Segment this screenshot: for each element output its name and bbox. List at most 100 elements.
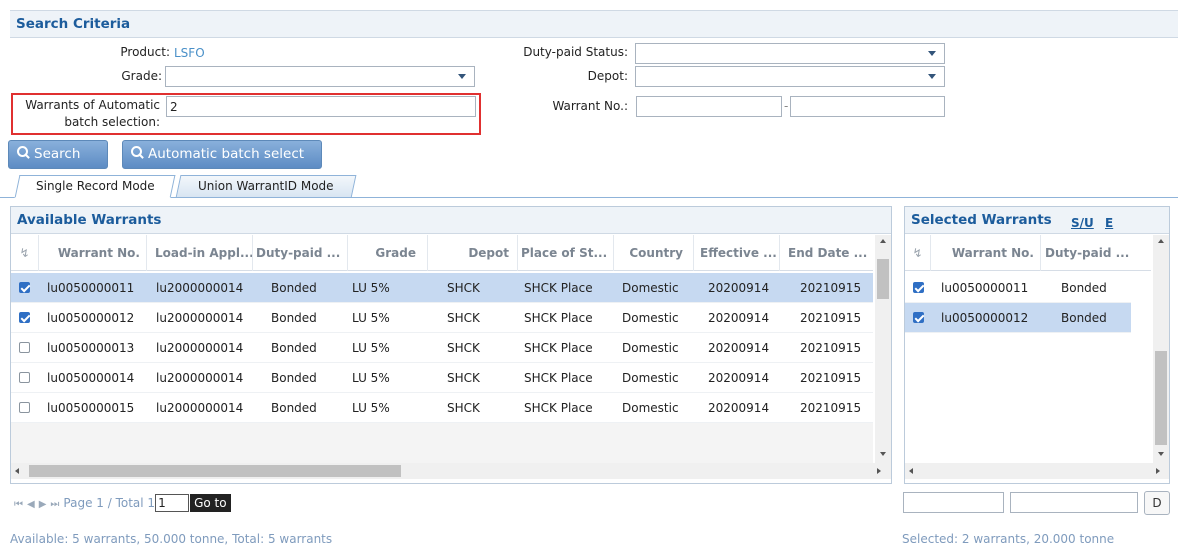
row-checkbox[interactable]	[19, 372, 30, 383]
duty-status-select[interactable]	[635, 43, 945, 64]
goto-button[interactable]: Go to	[190, 494, 231, 512]
cell-place-of-storage: SHCK Place	[524, 341, 593, 355]
scroll-down-icon[interactable]	[880, 452, 886, 456]
col-warrant-no[interactable]: Warrant No.	[39, 235, 147, 271]
depot-select[interactable]	[635, 66, 945, 87]
table-row[interactable]: lu0050000013 lu2000000014 Bonded LU 5% SHCK S…	[11, 333, 873, 363]
row-checkbox[interactable]	[19, 282, 30, 293]
scroll-thumb[interactable]	[1155, 351, 1167, 445]
scroll-up-icon[interactable]	[1158, 239, 1164, 243]
col-load-in-appl[interactable]: Load-in Appl...	[148, 235, 253, 271]
search-icon	[17, 146, 30, 159]
cell-depot: SHCK	[447, 281, 480, 295]
row-checkbox[interactable]	[913, 312, 924, 323]
selected-vertical-scrollbar[interactable]	[1153, 235, 1169, 463]
available-horizontal-scrollbar[interactable]	[11, 463, 891, 479]
product-label: Product:	[120, 45, 170, 59]
search-button[interactable]: Search	[8, 140, 108, 169]
selected-filter-input-a[interactable]	[903, 492, 1004, 513]
chevron-down-icon	[928, 74, 936, 79]
select-all-icon[interactable]: ↯	[11, 235, 39, 271]
automatic-batch-select-label: Automatic batch select	[148, 146, 305, 162]
cell-warrant-no: lu0050000012	[47, 311, 135, 325]
col-duty-paid[interactable]: Duty-paid ...	[253, 235, 348, 271]
warrant-no-label: Warrant No.:	[552, 99, 628, 113]
duty-status-label: Duty-paid Status:	[523, 45, 628, 59]
selected-filter-button[interactable]: D	[1144, 491, 1170, 515]
table-empty-area	[11, 423, 873, 463]
grade-select[interactable]	[165, 66, 475, 87]
selected-horizontal-scrollbar[interactable]	[905, 463, 1169, 479]
table-row[interactable]: lu0050000012 Bonded	[905, 303, 1131, 333]
cell-effective-date: 20200914	[708, 401, 770, 415]
search-criteria-title: Search Criteria	[10, 11, 1178, 38]
scroll-thumb[interactable]	[877, 259, 889, 299]
available-vertical-scrollbar[interactable]	[875, 235, 891, 463]
pager: ⏮ ◀ ▶ ⏭ Page 1 / Total 1 1 Go to	[14, 494, 231, 512]
search-button-label: Search	[34, 146, 81, 162]
cell-duty-paid: Bonded	[271, 311, 317, 325]
cell-end-date: 20210915	[800, 401, 862, 415]
tab-single-record-mode[interactable]: Single Record Mode	[14, 175, 176, 198]
cell-load-in-appl: lu2000000014	[156, 311, 244, 325]
col-duty-paid[interactable]: Duty-paid ...	[1041, 235, 1151, 271]
col-depot[interactable]: Depot	[428, 235, 518, 271]
select-all-icon[interactable]: ↯	[905, 235, 931, 271]
cell-effective-date: 20200914	[708, 311, 770, 325]
col-country[interactable]: Country	[614, 235, 694, 271]
col-end-date[interactable]: End Date ...	[780, 235, 873, 271]
selected-filter-input-b[interactable]	[1010, 492, 1138, 513]
last-page-icon[interactable]: ⏭	[50, 496, 59, 514]
table-row[interactable]: lu0050000014 lu2000000014 Bonded LU 5% SHCK S…	[11, 363, 873, 393]
cell-effective-date: 20200914	[708, 341, 770, 355]
cell-effective-date: 20200914	[708, 281, 770, 295]
col-effective-date[interactable]: Effective ...	[694, 235, 780, 271]
warrant-no-separator: -	[784, 99, 789, 113]
cell-warrant-no: lu0050000015	[47, 401, 135, 415]
scroll-left-icon[interactable]	[909, 468, 913, 474]
e-link[interactable]: E	[1105, 216, 1113, 230]
scroll-right-icon[interactable]	[1156, 468, 1160, 474]
table-row[interactable]: lu0050000012 lu2000000014 Bonded LU 5% SHCK S…	[11, 303, 873, 333]
selected-table-header: ↯ Warrant No. Duty-paid ...	[905, 235, 1151, 271]
row-checkbox[interactable]	[19, 342, 30, 353]
scroll-down-icon[interactable]	[1158, 452, 1164, 456]
scroll-right-icon[interactable]	[877, 468, 881, 474]
cell-warrant-no: lu0050000013	[47, 341, 135, 355]
tab-union-warrantid-mode[interactable]: Union WarrantID Mode	[175, 175, 357, 198]
col-warrant-no[interactable]: Warrant No.	[931, 235, 1041, 271]
table-row[interactable]: lu0050000011 lu2000000014 Bonded LU 5% SHCK S…	[11, 273, 873, 303]
row-checkbox[interactable]	[19, 402, 30, 413]
highlight-box	[11, 93, 481, 135]
col-grade[interactable]: Grade	[348, 235, 428, 271]
automatic-batch-select-button[interactable]: Automatic batch select	[122, 140, 322, 169]
cell-warrant-no: lu0050000014	[47, 371, 135, 385]
table-row[interactable]: lu0050000011 Bonded	[905, 273, 1131, 303]
cell-grade: LU 5%	[352, 401, 390, 415]
prev-page-icon[interactable]: ◀	[27, 496, 35, 514]
cell-depot: SHCK	[447, 401, 480, 415]
next-page-icon[interactable]: ▶	[39, 496, 47, 514]
page-number-input[interactable]: 1	[155, 494, 190, 512]
cell-place-of-storage: SHCK Place	[524, 371, 593, 385]
scroll-up-icon[interactable]	[880, 239, 886, 243]
row-checkbox[interactable]	[913, 282, 924, 293]
cell-place-of-storage: SHCK Place	[524, 281, 593, 295]
scroll-left-icon[interactable]	[15, 468, 19, 474]
cell-load-in-appl: lu2000000014	[156, 341, 244, 355]
cell-country: Domestic	[622, 371, 679, 385]
cell-duty-paid: Bonded	[271, 371, 317, 385]
scroll-thumb[interactable]	[29, 465, 401, 477]
cell-load-in-appl: lu2000000014	[156, 371, 244, 385]
available-status: Available: 5 warrants, 50.000 tonne, Tot…	[10, 532, 333, 546]
su-link[interactable]: S/U	[1071, 216, 1094, 230]
warrant-no-to-input[interactable]	[790, 96, 945, 117]
table-row[interactable]: lu0050000015 lu2000000014 Bonded LU 5% SHCK S…	[11, 393, 873, 423]
row-checkbox[interactable]	[19, 312, 30, 323]
cell-load-in-appl: lu2000000014	[156, 401, 244, 415]
col-place-of-storage[interactable]: Place of St...	[518, 235, 614, 271]
cell-end-date: 20210915	[800, 281, 862, 295]
cell-country: Domestic	[622, 281, 679, 295]
warrant-no-from-input[interactable]	[636, 96, 782, 117]
first-page-icon[interactable]: ⏮	[14, 496, 23, 514]
